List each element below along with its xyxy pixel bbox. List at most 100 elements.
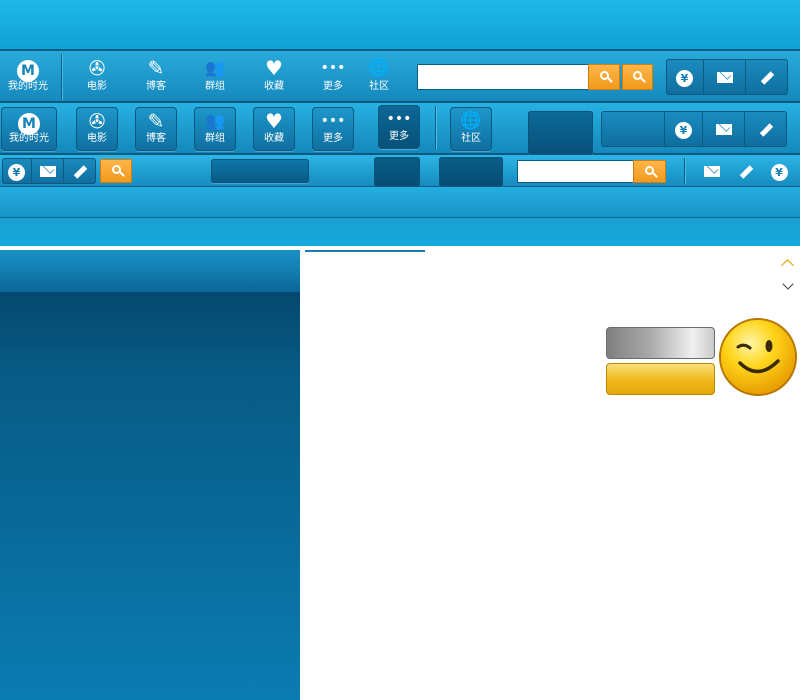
nav-tile-community[interactable]: 🌐 社区 <box>450 107 492 151</box>
nav-label: 博客 <box>146 133 166 144</box>
nav-bar-row1: M 我的时光 ✇ 电影 ✎ 博客 👥 群组 ♥ 收藏 ••• 更多 🌐 社区 ¥ <box>0 51 800 103</box>
nav-label: 博客 <box>146 81 166 92</box>
nav-item-favorites[interactable]: ♥ 收藏 <box>248 55 300 93</box>
nav-item-groups[interactable]: 👥 群组 <box>189 55 241 93</box>
chevron-up-icon[interactable] <box>781 259 794 272</box>
nav-label: 收藏 <box>264 133 284 144</box>
nav-item-mytime[interactable]: M 我的时光 <box>2 55 54 93</box>
group-icon: 👥 <box>205 58 225 77</box>
toolbar-row3: ¥ ¥ <box>0 155 800 187</box>
search-button-alt[interactable] <box>622 64 653 90</box>
messages-button[interactable] <box>703 111 745 147</box>
nav-item-movies[interactable]: ✇ 电影 <box>71 55 123 93</box>
nav-label: 更多 <box>389 131 409 142</box>
blog-pen-icon: ✎ <box>147 109 165 133</box>
header-top-band <box>0 0 800 51</box>
winking-smiley-icon <box>719 318 797 396</box>
search-input[interactable] <box>417 64 589 90</box>
blank-band-row4 <box>0 187 800 218</box>
nav-tile-favorites[interactable]: ♥ 收藏 <box>253 107 295 151</box>
wallet-button[interactable]: ¥ <box>665 111 703 147</box>
search-icon <box>599 71 609 80</box>
currency-icon: ¥ <box>770 164 788 181</box>
user-icon-bar: ¥ <box>666 59 788 95</box>
nav-item-community[interactable]: 🌐 社区 <box>353 55 405 93</box>
nav-label: 更多 <box>323 133 343 144</box>
nav-label: 群组 <box>205 133 225 144</box>
heart-icon: ♥ <box>265 56 283 80</box>
mail-icon <box>704 166 720 177</box>
currency-icon: ¥ <box>8 164 25 181</box>
nav-item-more[interactable]: ••• 更多 <box>307 55 359 93</box>
mail-icon <box>715 124 732 135</box>
nav-label: 群组 <box>205 81 225 92</box>
page: M 我的时光 ✇ 电影 ✎ 博客 👥 群组 ♥ 收藏 ••• 更多 🌐 社区 ¥… <box>0 0 800 700</box>
nav-label: 社区 <box>461 133 481 144</box>
nav-tile-mytime[interactable]: M 我的时光 <box>1 107 57 151</box>
currency-icon: ¥ <box>675 122 692 139</box>
blank-pill <box>211 159 309 183</box>
edit-button[interactable] <box>735 158 757 184</box>
blank-slot <box>601 111 665 147</box>
pencil-icon <box>73 164 87 179</box>
nav-label: 社区 <box>369 81 389 92</box>
search-icon <box>633 71 642 80</box>
chevron-down-icon[interactable] <box>782 278 794 290</box>
more-dots-icon: ••• <box>386 111 412 127</box>
wallet-button[interactable]: ¥ <box>666 59 704 95</box>
nav-item-blog[interactable]: ✎ 博客 <box>130 55 182 93</box>
search-input-compact[interactable] <box>517 160 635 183</box>
nav-label: 我的时光 <box>9 133 49 144</box>
nav-label: 更多 <box>323 81 343 92</box>
nav-tile-movies[interactable]: ✇ 电影 <box>76 107 118 151</box>
pencil-icon <box>760 70 774 85</box>
nav-tile-more[interactable]: ••• 更多 <box>312 107 354 151</box>
divider <box>61 54 62 100</box>
group-icon: 👥 <box>205 111 225 130</box>
heart-icon: ♥ <box>265 109 283 133</box>
divider <box>684 158 685 184</box>
globe-icon: 🌐 <box>460 111 482 131</box>
mail-icon <box>39 166 56 177</box>
nav-label: 电影 <box>87 81 107 92</box>
nav-bar-row2: M 我的时光 ✇ 电影 ✎ 博客 👥 群组 ♥ 收藏 ••• 更多 ••• 更多 <box>0 103 800 155</box>
logo-icon: M <box>1 107 57 135</box>
film-reel-icon: ✇ <box>88 109 106 133</box>
mail-icon <box>716 72 733 83</box>
edit-button[interactable] <box>745 111 787 147</box>
nav-tile-more-active[interactable]: ••• 更多 <box>378 105 420 149</box>
nav-tile-blog[interactable]: ✎ 博客 <box>135 107 177 151</box>
edit-button[interactable] <box>746 59 788 95</box>
search-button-compact-2[interactable] <box>633 160 666 183</box>
tab-underline <box>305 250 425 252</box>
search-icon <box>111 165 121 174</box>
blank-tab-wide <box>439 157 503 187</box>
pencil-icon <box>739 164 753 179</box>
search-button-compact[interactable] <box>100 159 132 183</box>
currency-icon: ¥ <box>676 70 693 87</box>
nav-label: 电影 <box>87 133 107 144</box>
sidebar-panel <box>0 250 300 700</box>
messages-button[interactable] <box>32 158 64 184</box>
search-button[interactable] <box>588 64 620 90</box>
messages-button[interactable] <box>700 158 724 184</box>
blank-panel <box>528 111 593 155</box>
gray-button[interactable] <box>606 327 715 359</box>
yellow-button[interactable] <box>606 363 715 395</box>
nav-label: 收藏 <box>264 81 284 92</box>
blog-pen-icon: ✎ <box>147 56 165 80</box>
search-icon <box>645 166 654 175</box>
more-dots-icon: ••• <box>320 60 346 76</box>
edit-button[interactable] <box>64 158 96 184</box>
wallet-button[interactable]: ¥ <box>2 158 32 184</box>
nav-tile-groups[interactable]: 👥 群组 <box>194 107 236 151</box>
wallet-button[interactable]: ¥ <box>768 158 790 184</box>
logo-icon: M <box>2 55 54 82</box>
sidebar-header <box>0 250 300 292</box>
blank-tab <box>374 157 420 187</box>
nav-label: 我的时光 <box>8 81 48 92</box>
more-dots-icon: ••• <box>320 113 346 129</box>
messages-button[interactable] <box>704 59 746 95</box>
pencil-icon <box>759 122 773 137</box>
user-icon-bar-2: ¥ <box>601 111 787 147</box>
